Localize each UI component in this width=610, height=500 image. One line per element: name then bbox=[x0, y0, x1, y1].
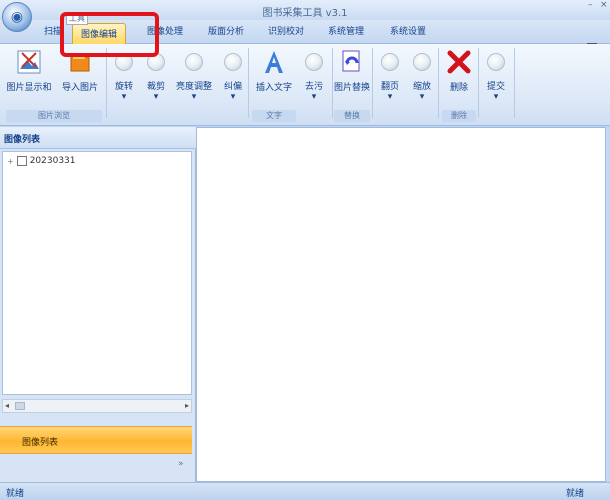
scroll-left-icon[interactable]: ◂ bbox=[5, 401, 9, 410]
status-bar: 就绪 就绪 bbox=[0, 482, 610, 500]
delete-label: 删除 bbox=[449, 83, 468, 93]
ribbon-separator bbox=[514, 48, 515, 118]
text-insert-icon bbox=[260, 48, 288, 76]
clean-icon bbox=[305, 53, 323, 71]
rotate-label: 旋转 bbox=[114, 82, 133, 92]
chevron-down-icon: ▾ bbox=[493, 92, 499, 102]
deskew-button[interactable]: 纠偏 ▾ bbox=[220, 48, 246, 106]
tab-layout-analysis[interactable]: 版面分析 bbox=[208, 24, 244, 42]
brightness-label: 亮度调整 bbox=[175, 82, 212, 92]
highlight-annotation bbox=[60, 12, 159, 57]
chevron-down-icon: ▾ bbox=[230, 92, 236, 102]
deskew-icon bbox=[224, 53, 242, 71]
image-view-icon bbox=[15, 48, 43, 76]
image-workspace[interactable] bbox=[196, 127, 606, 482]
window-controls: – × bbox=[586, 0, 610, 18]
delete-button[interactable]: 删除 bbox=[442, 48, 476, 106]
group-label-replace: 替换 bbox=[334, 110, 370, 122]
ribbon-separator bbox=[478, 48, 479, 118]
group-label-browse: 图片浏览 bbox=[6, 110, 102, 122]
chevron-down-icon: ▾ bbox=[191, 92, 197, 102]
image-list-panel: 图像列表 + 20230331 ◂ ▸ 图像列表 » bbox=[0, 127, 196, 482]
right-border bbox=[606, 127, 610, 482]
ribbon-separator bbox=[332, 48, 333, 118]
tree-node-label: 20230331 bbox=[29, 156, 76, 166]
collapse-chevron-icon[interactable]: » bbox=[178, 459, 184, 469]
clean-button[interactable]: 去污 ▾ bbox=[300, 48, 328, 106]
crop-label: 裁剪 bbox=[146, 82, 165, 92]
flip-icon bbox=[381, 53, 399, 71]
clean-label: 去污 bbox=[304, 82, 323, 92]
replace-image-label: 图片替换 bbox=[334, 83, 371, 93]
tab-recognition[interactable]: 识别校对 bbox=[268, 24, 304, 42]
status-right-text: 就绪 bbox=[565, 489, 584, 499]
tree-node[interactable]: + 20230331 bbox=[7, 156, 76, 166]
flip-label: 翻页 bbox=[380, 82, 399, 92]
horizontal-scrollbar[interactable]: ◂ ▸ bbox=[2, 399, 192, 413]
zoom-icon bbox=[413, 53, 431, 71]
panel-title: 图像列表 bbox=[0, 127, 196, 149]
chevron-down-icon: ▾ bbox=[419, 92, 425, 102]
import-image-label: 导入图片 bbox=[61, 83, 98, 93]
tree-expander-icon[interactable]: + bbox=[7, 157, 14, 166]
ribbon-separator bbox=[438, 48, 439, 118]
chevron-down-icon: ▾ bbox=[311, 92, 317, 102]
submit-button[interactable]: 提交 ▾ bbox=[482, 48, 510, 106]
chevron-down-icon: ▾ bbox=[121, 92, 127, 102]
submit-label: 提交 bbox=[486, 82, 505, 92]
image-view-label: 图片显示和 bbox=[6, 83, 52, 93]
delete-icon bbox=[445, 48, 473, 76]
ribbon-separator bbox=[372, 48, 373, 118]
group-label-text: 文字 bbox=[252, 110, 296, 122]
zoom-button[interactable]: 缩放 ▾ bbox=[408, 48, 436, 106]
image-view-button[interactable]: 图片显示和 bbox=[6, 48, 52, 106]
scroll-right-icon[interactable]: ▸ bbox=[185, 401, 189, 410]
zoom-label: 缩放 bbox=[412, 82, 431, 92]
brightness-button[interactable]: 亮度调整 ▾ bbox=[172, 48, 216, 106]
close-button[interactable]: × bbox=[600, 0, 610, 14]
replace-image-icon bbox=[338, 48, 366, 76]
tab-system-settings[interactable]: 系统设置 bbox=[390, 24, 426, 42]
chevron-down-icon: ▾ bbox=[387, 92, 393, 102]
insert-text-button[interactable]: 插入文字 bbox=[252, 48, 296, 106]
submit-icon bbox=[487, 53, 505, 71]
image-tree[interactable]: + 20230331 bbox=[2, 151, 192, 395]
ribbon-separator bbox=[248, 48, 249, 118]
group-label-delete: 删除 bbox=[442, 110, 476, 122]
chevron-down-icon: ▾ bbox=[153, 92, 159, 102]
app-menu-button[interactable]: ◉ bbox=[2, 2, 32, 32]
scroll-thumb[interactable] bbox=[15, 402, 25, 410]
app-logo-icon: ◉ bbox=[10, 9, 24, 25]
flip-button[interactable]: 翻页 ▾ bbox=[376, 48, 404, 106]
nav-image-list-button[interactable]: 图像列表 bbox=[0, 426, 192, 454]
insert-text-label: 插入文字 bbox=[255, 83, 292, 93]
tab-system-manage[interactable]: 系统管理 bbox=[328, 24, 364, 42]
tree-checkbox[interactable] bbox=[16, 156, 27, 166]
deskew-label: 纠偏 bbox=[223, 82, 242, 92]
minimize-button[interactable]: – bbox=[588, 0, 598, 14]
ribbon-separator bbox=[106, 48, 107, 118]
status-left-text: 就绪 bbox=[6, 489, 25, 499]
brightness-icon bbox=[185, 53, 203, 71]
replace-image-button[interactable]: 图片替换 bbox=[334, 48, 370, 106]
